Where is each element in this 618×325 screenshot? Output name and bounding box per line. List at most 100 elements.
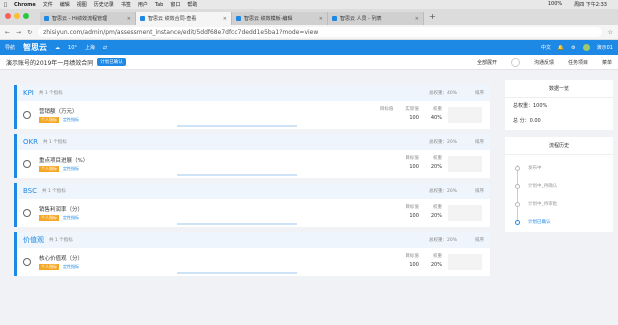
section-kpi: KPI 共 1 个指标 总权重：40% 排序 营销额（万元） 个人指标 定性指标 目标值 实… [14,85,490,129]
close-tab-icon[interactable]: × [319,16,323,22]
step-label: 计划中_待确认 [528,184,558,189]
weight-value: 40% [430,115,442,121]
sort-button[interactable]: 排序 [475,139,484,145]
zoom-window-button[interactable] [23,13,29,19]
progress-bar [177,272,297,274]
notification-icon[interactable]: 🔔 [558,45,564,51]
window-controls [5,13,29,19]
battery-label: 100% [547,1,563,7]
browser-tab[interactable]: 智思云 绩效模板-编辑 × [232,12,328,25]
menu-window[interactable]: 窗口 [170,1,180,8]
indicator-title: 核心价值观（分） [39,256,84,262]
process-step: 计划中_待确认 [515,177,613,195]
section-header[interactable]: OKR 共 1 个指标 总权重：20% 排序 [17,134,490,150]
personal-tag: 个人指标 [39,117,59,123]
sort-button[interactable]: 排序 [475,188,484,194]
step-dot-icon [515,201,520,207]
qualitative-tag: 定性指标 [63,117,79,122]
browser-tab[interactable]: 智思云 人员 - 列表 × [328,12,424,25]
close-window-button[interactable] [5,13,11,19]
target-value: 100 [409,213,419,219]
indicator-title: 销售利润率（分） [39,207,84,213]
tab-title: 智思云 绩效模板-编辑 [244,16,293,22]
circle-icon[interactable] [510,57,520,67]
sort-button[interactable]: 排序 [475,90,484,96]
minimize-window-button[interactable] [14,13,20,19]
section-weight: 总权重：40% [428,91,457,96]
section-weight: 总权重：20% [428,189,457,194]
section-weight: 总权重：20% [428,140,457,145]
personal-tag: 个人指标 [39,264,59,270]
target-value: 100 [409,262,419,268]
menu-app[interactable]: Chrome [14,2,36,8]
section-bsc: BSC 共 1 个指标 总权重：20% 排序 销售利润率（分） 个人指标 定性指标 目标值… [14,183,490,227]
section-header[interactable]: 价值观共 1 个指标 总权重：20% 排序 [17,232,490,248]
indicator-row[interactable]: 销售利润率（分） 个人指标 定性指标 目标值 100 权重 20% [17,199,490,227]
weight-label: 权重 [433,254,442,259]
indicator-row[interactable]: 核心价值观（分） 个人指标 定性指标 目标值 100 权重 20% [17,248,490,276]
menu-edit[interactable]: 编辑 [60,1,70,8]
favicon-icon [332,16,337,21]
personal-tag: 个人指标 [39,215,59,221]
qualitative-tag: 定性指标 [63,166,79,171]
menu-view[interactable]: 视图 [77,1,87,8]
new-tab-button[interactable]: + [424,12,441,25]
target-label: 目标值 [405,254,419,259]
section-count: 共 1 个指标 [42,140,67,145]
indicator-title: 营销额（万元） [39,109,78,115]
step-dot-icon [515,219,520,225]
section-header[interactable]: BSC 共 1 个指标 总权重：20% 排序 [17,183,490,199]
browser-tab[interactable]: 智思云 - Hi绩效流程管理 × [40,12,136,25]
status-badge: 计划已确认 [97,58,126,66]
apple-icon[interactable]:  [4,2,7,8]
avatar[interactable] [582,44,590,51]
close-tab-icon[interactable]: × [415,16,419,22]
switch-icon[interactable]: ⇄ [103,45,107,51]
nav-menu-button[interactable]: 导航 [5,44,15,51]
indicator-row[interactable]: 营销额（万元） 个人指标 定性指标 目标值 实际值 100 权重 40% [17,101,490,129]
score-box [448,205,482,221]
browser-tab-active[interactable]: 智思云 绩效合同-查看 × [136,12,232,25]
back-icon[interactable]: ← [5,29,10,36]
menu-user[interactable]: 用户 [138,1,148,8]
step-label: 计划已确认 [528,220,551,225]
score-box [448,254,482,270]
feedback-button[interactable]: 沟通反馈 [534,59,554,66]
menu-button[interactable]: 菜单 [602,59,612,66]
menu-help[interactable]: 帮助 [187,1,197,8]
menu-file[interactable]: 文件 [43,1,53,8]
section-name: KPI [23,89,34,97]
actual-value: 100 [409,115,419,121]
close-tab-icon[interactable]: × [127,16,131,22]
process-panel: 流程历史 发布中 计划中_待确认 计划中_待审批 计划已确认 [505,137,613,232]
url-field[interactable]: zhisiyun.com/admin/pm/assessment_instanc… [38,27,602,37]
expand-all-button[interactable]: 全部展开 [477,59,497,66]
menu-history[interactable]: 历史记录 [94,1,114,8]
close-tab-icon[interactable]: × [223,16,227,22]
section-values: 价值观共 1 个指标 总权重：20% 排序 核心价值观（分） 个人指标 定性指标 目标值… [14,232,490,276]
tab-strip: 智思云 - Hi绩效流程管理 × 智思云 绩效合同-查看 × 智思云 绩效模板-编辑… [0,9,618,25]
tasks-button[interactable]: 任务项目 [568,59,588,66]
settings-icon[interactable]: ⚙ [571,45,575,51]
weight-value: 20% [430,213,442,219]
reload-icon[interactable]: ↻ [27,29,32,36]
cloud-icon: ☁ [55,44,61,51]
forward-icon[interactable]: → [16,29,21,36]
sort-button[interactable]: 排序 [475,237,484,243]
weight-value: 20% [430,164,442,170]
address-bar-row: ← → ↻ zhisiyun.com/admin/pm/assessment_i… [0,25,618,40]
star-icon[interactable]: ☆ [608,29,613,36]
progress-bar [177,125,297,127]
favicon-icon [140,16,145,21]
menu-tab[interactable]: Tab [155,2,163,8]
language-select[interactable]: 中文 [541,44,551,51]
menu-bookmarks[interactable]: 书签 [121,1,131,8]
section-count: 共 1 个指标 [38,91,63,96]
app-header: 导航 智思云 ☁ 10° 上海 ⇄ 中文 🔔 ⚙ 演示01 [0,40,618,55]
section-header[interactable]: KPI 共 1 个指标 总权重：40% 排序 [17,85,490,101]
indicator-row[interactable]: 重点项目进展（%） 个人指标 定性指标 目标值 100 权重 20% [17,150,490,178]
process-title: 流程历史 [505,137,613,155]
user-name[interactable]: 演示01 [597,44,613,51]
progress-bar [177,223,297,225]
section-count: 共 1 个指标 [42,189,66,194]
